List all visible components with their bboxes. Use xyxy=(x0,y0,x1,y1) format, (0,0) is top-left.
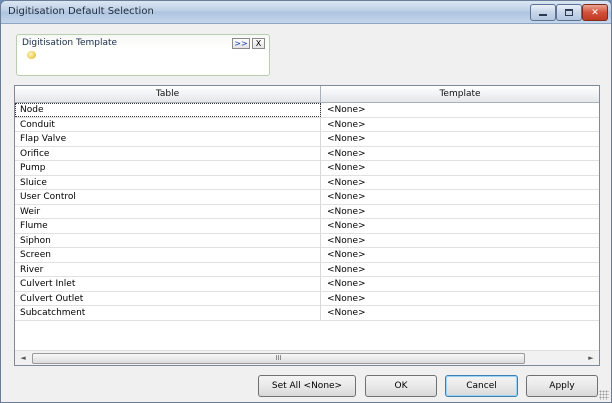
cancel-button[interactable]: Cancel xyxy=(445,375,518,397)
grid-header: Table Template xyxy=(15,86,599,103)
table-row[interactable]: Flume <None> xyxy=(15,219,599,234)
digitisation-template-panel: Digitisation Template >> X xyxy=(16,34,270,76)
template-value-cell[interactable]: <None> xyxy=(322,277,599,291)
browse-template-button[interactable]: >> xyxy=(232,38,250,49)
template-value-cell[interactable]: <None> xyxy=(322,176,599,190)
table-row[interactable]: Culvert Inlet <None> xyxy=(15,277,599,292)
template-label: Digitisation Template xyxy=(22,38,118,48)
table-name-cell[interactable]: User Control xyxy=(15,190,321,204)
template-value-cell[interactable]: <None> xyxy=(322,147,599,161)
table-name-cell[interactable]: Sluice xyxy=(15,175,321,190)
template-value-cell[interactable]: <None> xyxy=(322,132,599,146)
close-button[interactable]: ✕ xyxy=(582,4,608,21)
table-name-cell[interactable]: Siphon xyxy=(15,233,321,248)
column-header-template[interactable]: Template xyxy=(321,86,599,103)
grid-rows: Node <None> Conduit <None> Flap Valve <None> O… xyxy=(15,103,599,321)
table-name-cell[interactable]: Culvert Inlet xyxy=(15,277,321,291)
resize-grip-icon[interactable] xyxy=(599,390,609,400)
table-name-cell[interactable]: Culvert Outlet xyxy=(15,291,321,306)
template-value-cell[interactable]: <None> xyxy=(322,248,599,262)
table-row[interactable]: Node <None> xyxy=(15,103,599,118)
maximize-icon xyxy=(565,9,573,16)
table-name-cell[interactable]: Flap Valve xyxy=(15,132,321,146)
table-row[interactable]: Conduit <None> xyxy=(15,117,599,132)
minimize-button[interactable] xyxy=(530,4,556,21)
table-name-cell[interactable]: Node xyxy=(15,103,321,117)
table-row[interactable]: River <None> xyxy=(15,262,599,277)
close-icon: ✕ xyxy=(591,7,599,18)
title-bar[interactable]: Digitisation Default Selection ✕ xyxy=(1,1,611,24)
table-name-cell[interactable]: Pump xyxy=(15,161,321,175)
template-value-cell[interactable]: <None> xyxy=(322,219,599,233)
apply-button[interactable]: Apply xyxy=(526,375,598,397)
table-row[interactable]: Weir <None> xyxy=(15,204,599,219)
table-name-cell[interactable]: Weir xyxy=(15,204,321,219)
table-row[interactable]: Siphon <None> xyxy=(15,233,599,248)
table-row[interactable]: Orifice <None> xyxy=(15,146,599,161)
clear-template-button[interactable]: X xyxy=(252,38,265,49)
column-header-table[interactable]: Table xyxy=(15,86,321,103)
template-value-cell[interactable]: <None> xyxy=(322,263,599,277)
table-grid: Table Template Node <None> Conduit <None> Fl… xyxy=(14,85,600,366)
table-name-cell[interactable]: Conduit xyxy=(15,117,321,132)
table-name-cell[interactable]: Screen xyxy=(15,248,321,262)
table-name-cell[interactable]: Subcatchment xyxy=(15,306,321,320)
template-value-cell[interactable]: <None> xyxy=(322,190,599,204)
table-name-cell[interactable]: Orifice xyxy=(15,146,321,161)
table-row[interactable]: Culvert Outlet <None> xyxy=(15,291,599,306)
maximize-button[interactable] xyxy=(556,4,582,21)
template-icon xyxy=(27,51,36,59)
table-row[interactable]: Pump <None> xyxy=(15,161,599,176)
minimize-icon xyxy=(539,14,547,16)
set-all-none-button[interactable]: Set All <None> xyxy=(258,375,356,397)
scroll-thumb[interactable]: III xyxy=(32,353,525,364)
template-value-cell[interactable]: <None> xyxy=(322,306,599,320)
scroll-right-icon[interactable]: ► xyxy=(583,351,599,366)
template-value-cell[interactable]: <None> xyxy=(322,292,599,306)
table-name-cell[interactable]: River xyxy=(15,262,321,277)
table-name-cell[interactable]: Flume xyxy=(15,219,321,233)
scroll-left-icon[interactable]: ◄ xyxy=(15,351,31,366)
template-value-cell[interactable]: <None> xyxy=(322,103,599,117)
table-row[interactable]: User Control <None> xyxy=(15,190,599,205)
table-row[interactable]: Flap Valve <None> xyxy=(15,132,599,147)
table-row[interactable]: Subcatchment <None> xyxy=(15,306,599,321)
template-value-cell[interactable]: <None> xyxy=(322,118,599,132)
template-value-cell[interactable]: <None> xyxy=(322,234,599,248)
table-row[interactable]: Sluice <None> xyxy=(15,175,599,190)
window-title: Digitisation Default Selection xyxy=(8,6,154,17)
ok-button[interactable]: OK xyxy=(365,375,437,397)
dialog-window: Digitisation Default Selection ✕ Digitis… xyxy=(0,0,612,403)
template-value-cell[interactable]: <None> xyxy=(322,161,599,175)
table-row[interactable]: Screen <None> xyxy=(15,248,599,263)
horizontal-scrollbar[interactable]: ◄ III ► xyxy=(15,350,599,365)
template-value-cell[interactable]: <None> xyxy=(322,205,599,219)
